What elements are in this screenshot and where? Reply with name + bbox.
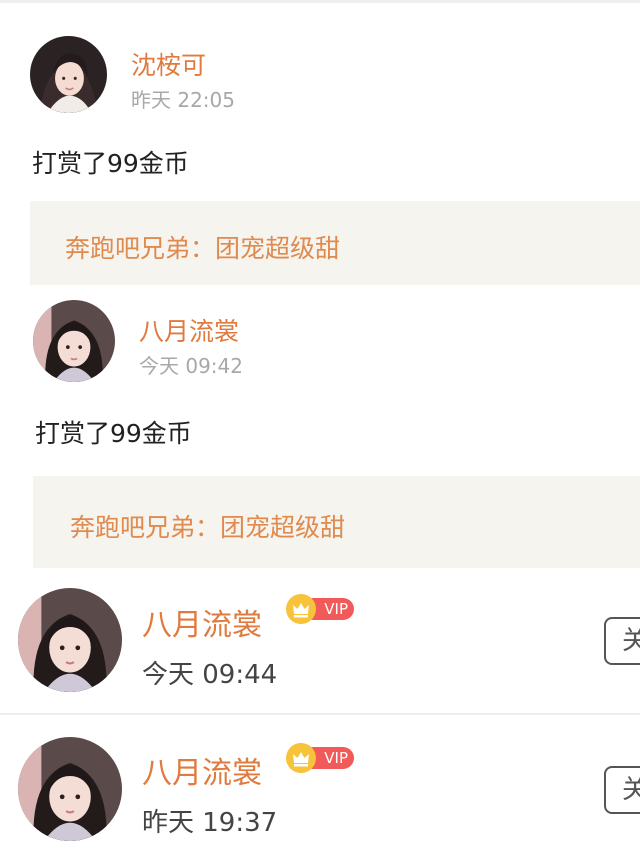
comment-time: 今天 09:42 bbox=[139, 354, 243, 378]
avatar[interactable] bbox=[30, 36, 107, 113]
follower-time: 昨天 19:37 bbox=[142, 808, 278, 838]
comment-text: 打赏了99金币 bbox=[35, 419, 192, 448]
comment-text: 打赏了99金币 bbox=[32, 149, 189, 178]
follower-user-name[interactable]: 八月流裳 bbox=[142, 748, 262, 792]
vip-badge: VIP bbox=[286, 743, 354, 773]
crown-icon bbox=[286, 743, 316, 773]
avatar-photo bbox=[18, 737, 122, 841]
top-divider bbox=[0, 0, 640, 3]
avatar-photo bbox=[30, 36, 107, 113]
follower-user-name[interactable]: 八月流裳 bbox=[142, 600, 262, 644]
quoted-article[interactable]: 奔跑吧兄弟：团宠超级甜 bbox=[33, 476, 640, 568]
quoted-article-title: 奔跑吧兄弟：团宠超级甜 bbox=[65, 234, 341, 263]
follow-button[interactable]: 关 bbox=[604, 617, 640, 665]
vip-badge: VIP bbox=[286, 594, 354, 624]
avatar[interactable] bbox=[33, 300, 115, 382]
quoted-article-title: 奔跑吧兄弟：团宠超级甜 bbox=[70, 513, 346, 542]
comment-user-name[interactable]: 八月流裳 bbox=[139, 312, 239, 348]
follow-button[interactable]: 关 bbox=[604, 766, 640, 814]
avatar[interactable] bbox=[18, 737, 122, 841]
avatar[interactable] bbox=[18, 588, 122, 692]
screen: 沈桉可 昨天 22:05 打赏了99金币 奔跑吧兄弟：团宠超级甜 八月流裳 今天… bbox=[0, 0, 640, 853]
avatar-photo bbox=[18, 588, 122, 692]
follower-time: 今天 09:44 bbox=[142, 660, 278, 690]
comment-time: 昨天 22:05 bbox=[131, 88, 235, 112]
crown-icon bbox=[286, 594, 316, 624]
avatar-photo bbox=[33, 300, 115, 382]
row-divider bbox=[0, 713, 640, 715]
comment-user-name[interactable]: 沈桉可 bbox=[131, 46, 206, 82]
quoted-article[interactable]: 奔跑吧兄弟：团宠超级甜 bbox=[30, 201, 640, 285]
